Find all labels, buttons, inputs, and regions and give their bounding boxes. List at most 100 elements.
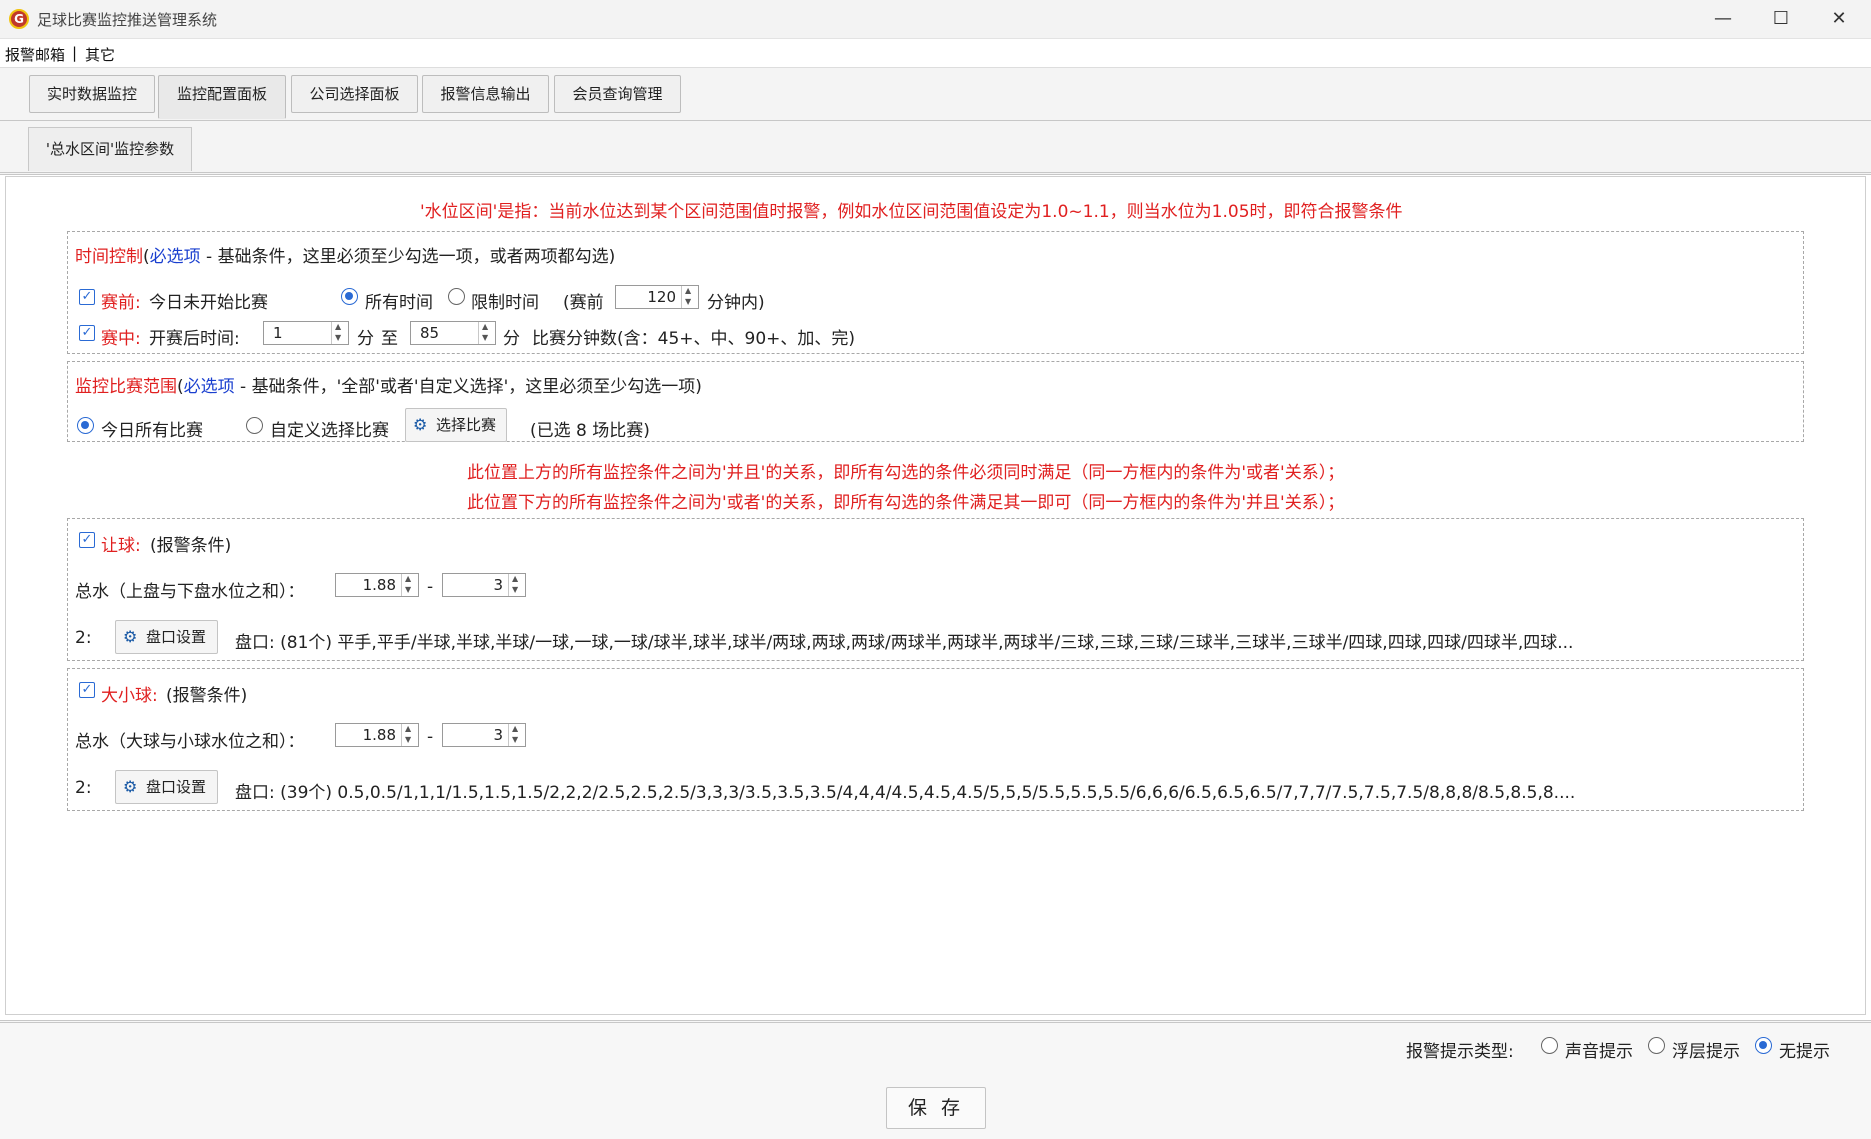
menu-alert-email[interactable]: 报警邮箱 [5,44,65,65]
inplay-to-value: 85 [420,324,440,342]
save-button[interactable]: 保 存 [886,1087,986,1129]
before-minutes-spinner[interactable]: 120 ▲ ▼ [615,285,699,309]
required-label: 必选项 [183,377,235,397]
overunder-checkbox[interactable]: ✓ [79,682,95,698]
handicap-dash: - [427,577,434,597]
spinner-arrows-icon[interactable]: ▲ ▼ [508,574,525,596]
alert-type-label: 报警提示类型: [1406,1042,1514,1062]
maximize-icon[interactable]: ☐ [1752,0,1810,38]
spinner-arrows-icon[interactable]: ▲ ▼ [681,286,698,308]
before-suffix: 分钟内) [707,293,765,313]
all-time-radio[interactable] [341,288,358,305]
gear-icon: ⚙ [123,627,138,646]
handicap-lines-button-label: 盘口设置 [146,628,207,646]
sound-alert-radio[interactable] [1541,1037,1558,1054]
custom-select-radio[interactable] [246,417,263,434]
overunder-max-value: 3 [493,726,503,744]
tab-realtime-monitor[interactable]: 实时数据监控 [29,75,155,113]
inplay-to-spinner[interactable]: 85 ▲ ▼ [410,321,496,345]
handicap-min-spinner[interactable]: 1.88 ▲ ▼ [335,573,419,597]
handicap-max-spinner[interactable]: 3 ▲ ▼ [442,573,526,597]
sub-tab-strip: '总水区间'监控参数 [0,122,1871,175]
overunder-lines-list: 盘口: (39个) 0.5,0.5/1,1,1/1.5,1.5,1.5/2,2,… [235,783,1576,803]
spinner-arrows-icon[interactable]: ▲ ▼ [508,724,525,746]
no-alert-radio[interactable] [1755,1037,1772,1054]
custom-select-label: 自定义选择比赛 [270,421,389,441]
overlay-alert-label: 浮层提示 [1672,1042,1740,1062]
tab-member-query[interactable]: 会员查询管理 [554,75,681,113]
selected-matches-info: (已选 8 场比赛) [530,421,650,441]
before-prefix: (赛前 [563,293,604,313]
tab-company-select[interactable]: 公司选择面板 [291,75,418,113]
handicap-lines-button[interactable]: ⚙ 盘口设置 [115,620,218,654]
tab-total-water-params[interactable]: '总水区间'监控参数 [28,127,192,171]
menu-other[interactable]: 其它 [85,44,115,65]
window-title: 足球比赛监控推送管理系统 [37,11,218,29]
spinner-arrows-icon[interactable]: ▲ ▼ [478,322,495,344]
handicap-min-value: 1.88 [362,576,396,594]
overunder-lines-button-label: 盘口设置 [146,778,207,796]
handicap-cond: (报警条件) [150,536,232,556]
gear-icon: ⚙ [123,777,138,796]
spinner-arrows-icon[interactable]: ▲ ▼ [331,322,348,344]
time-control-title: 时间控制 [75,247,143,267]
scope-title: 监控比赛范围 [75,377,177,397]
inplay-unit1: 分 [357,329,374,349]
minimize-icon[interactable]: — [1694,0,1752,38]
inplay-checkbox[interactable]: ✓ [79,325,95,341]
inplay-from-spinner[interactable]: 1 ▲ ▼ [263,321,349,345]
prematch-checkbox[interactable]: ✓ [79,289,95,305]
select-matches-button[interactable]: ⚙ 选择比赛 [405,408,507,442]
handicap-total-label: 总水（上盘与下盘水位之和）： [75,582,305,602]
time-control-desc: - 基础条件，这里必须至少勾选一项，或者两项都勾选) [206,247,616,267]
prematch-label: 赛前: [101,293,141,313]
all-time-label: 所有时间 [365,293,433,313]
overunder-lines-button[interactable]: ⚙ 盘口设置 [115,770,218,804]
title-bar: G 足球比赛监控推送管理系统 — ☐ ✕ [0,0,1871,39]
app-logo-icon: G [9,9,29,29]
before-minutes-value: 120 [647,288,676,306]
main-tab-strip: 实时数据监控 监控配置面板 公司选择面板 报警信息输出 会员查询管理 [0,68,1871,123]
limit-time-radio[interactable] [448,288,465,305]
inplay-to: 至 [381,329,398,349]
handicap-index: 2: [75,628,92,648]
tab-monitor-config[interactable]: 监控配置面板 [158,75,286,119]
required-label: 必选项 [149,247,201,267]
menu-separator: | [72,44,78,62]
overunder-index: 2: [75,778,92,798]
select-matches-label: 选择比赛 [436,416,497,434]
gear-icon: ⚙ [413,415,428,434]
overunder-min-spinner[interactable]: 1.88 ▲ ▼ [335,723,419,747]
all-today-radio[interactable] [77,417,94,434]
overunder-dash: - [427,727,434,747]
close-icon[interactable]: ✕ [1810,0,1868,38]
handicap-max-value: 3 [493,576,503,594]
handicap-label: 让球: [101,536,141,556]
sound-alert-label: 声音提示 [1565,1042,1633,1062]
spinner-arrows-icon[interactable]: ▲ ▼ [401,574,418,596]
tab-alert-output[interactable]: 报警信息输出 [422,75,549,113]
no-alert-label: 无提示 [1779,1042,1830,1062]
inplay-label: 赛中: [101,329,141,349]
overunder-min-value: 1.88 [362,726,396,744]
overlay-alert-radio[interactable] [1648,1037,1665,1054]
all-today-label: 今日所有比赛 [101,421,203,441]
time-control-heading: 时间控制(必选项 - 基础条件，这里必须至少勾选一项，或者两项都勾选) [75,242,615,267]
overunder-total-label: 总水（大球与小球水位之和）： [75,732,305,752]
menu-bar: 报警邮箱 | 其它 [0,39,1871,68]
paren-open: ( [143,247,150,267]
inplay-from-value: 1 [273,324,283,342]
prematch-desc: 今日未开始比赛 [149,293,268,313]
water-range-notice: '水位区间'是指：当前水位达到某个区间范围值时报警，例如水位区间范围值设定为1.… [420,202,1403,222]
inplay-note: 比赛分钟数(含：45+、中、90+、加、完) [532,329,856,349]
and-relation-notice: 此位置上方的所有监控条件之间为'并且'的关系，即所有勾选的条件必须同时满足（同一… [467,463,1345,483]
spinner-arrows-icon[interactable]: ▲ ▼ [401,724,418,746]
overunder-label: 大小球: [101,686,158,706]
scope-desc: - 基础条件，'全部'或者'自定义选择'，这里必须至少勾选一项) [240,377,702,397]
scope-heading: 监控比赛范围(必选项 - 基础条件，'全部'或者'自定义选择'，这里必须至少勾选… [75,372,702,397]
overunder-max-spinner[interactable]: 3 ▲ ▼ [442,723,526,747]
handicap-lines-list: 盘口: (81个) 平手,平手/半球,半球,半球/一球,一球,一球/球半,球半,… [235,633,1574,653]
handicap-checkbox[interactable]: ✓ [79,532,95,548]
or-relation-notice: 此位置下方的所有监控条件之间为'或者'的关系，即所有勾选的条件满足其一即可（同一… [467,493,1345,513]
inplay-desc: 开赛后时间: [149,329,240,349]
